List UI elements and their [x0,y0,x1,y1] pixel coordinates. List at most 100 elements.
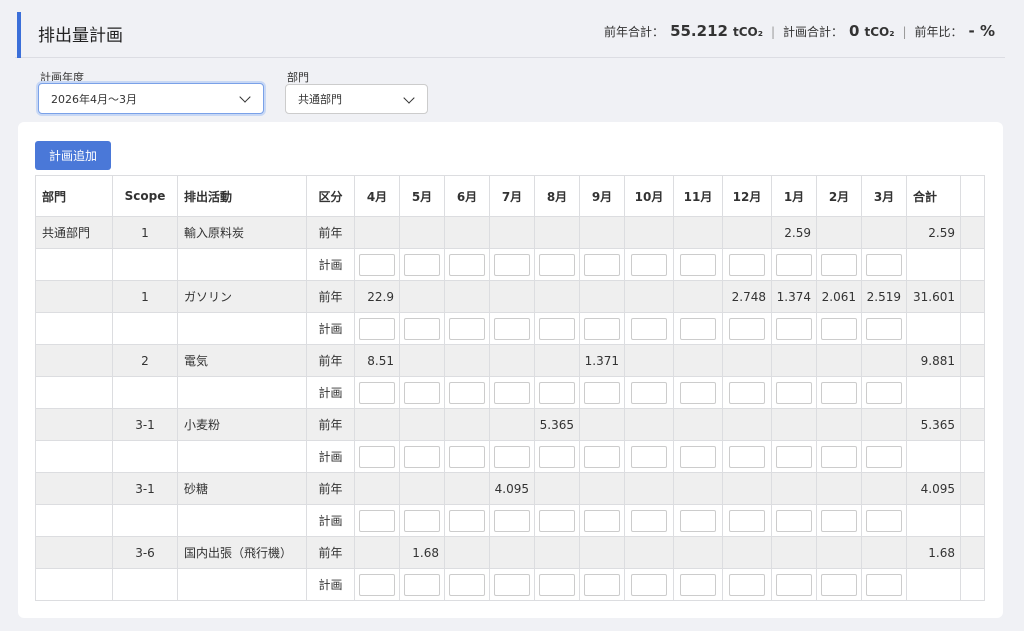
month-value-cell [624,536,674,569]
plan-input[interactable] [539,573,575,596]
plan-input[interactable] [631,253,667,276]
spacer-cell [960,504,985,537]
month-value-cell [534,472,580,505]
plan-input[interactable] [631,509,667,532]
plan-input[interactable] [494,573,530,596]
plan-input[interactable] [729,381,765,404]
plan-input[interactable] [680,509,716,532]
plan-input[interactable] [776,253,812,276]
column-header: 10月 [624,175,674,217]
plan-input[interactable] [729,573,765,596]
plan-input[interactable] [404,381,440,404]
plan-input[interactable] [494,253,530,276]
plan-input[interactable] [776,509,812,532]
plan-input[interactable] [404,253,440,276]
plan-input[interactable] [494,509,530,532]
month-plan-cell [534,376,580,409]
plan-input[interactable] [359,573,395,596]
plan-input[interactable] [539,317,575,340]
plan-input[interactable] [449,509,485,532]
plan-input[interactable] [449,253,485,276]
plan-input[interactable] [680,253,716,276]
plan-input[interactable] [821,445,857,468]
plan-input[interactable] [680,445,716,468]
plan-input[interactable] [494,317,530,340]
plan-input[interactable] [776,445,812,468]
scope-cell: 1 [112,216,178,249]
month-value-cell: 2.59 [771,216,817,249]
plan-input[interactable] [866,381,902,404]
month-value-cell [624,408,674,441]
plan-input[interactable] [404,445,440,468]
plan-input[interactable] [729,509,765,532]
prev-total-unit: tCO₂ [732,25,763,39]
plan-input[interactable] [866,573,902,596]
plan-input[interactable] [449,573,485,596]
plan-input[interactable] [729,253,765,276]
dept-select[interactable]: 共通部門 [285,84,428,114]
plan-input[interactable] [631,445,667,468]
plan-input[interactable] [359,509,395,532]
plan-input[interactable] [584,509,620,532]
plan-input[interactable] [404,509,440,532]
plan-input[interactable] [680,573,716,596]
plan-input[interactable] [404,317,440,340]
plan-input[interactable] [631,573,667,596]
plan-input[interactable] [449,317,485,340]
month-plan-cell [816,248,862,281]
add-plan-button[interactable]: 計画追加 [35,141,111,170]
month-plan-cell [624,248,674,281]
plan-input[interactable] [359,317,395,340]
plan-input[interactable] [539,445,575,468]
plan-input[interactable] [539,253,575,276]
plan-input[interactable] [631,381,667,404]
plan-input[interactable] [539,509,575,532]
emission-plan-table: 部門 Scope 排出活動 区分 4月 5月 6月 7月 8月 9月 10月 11月 12月 1月 2月 3月… [35,175,985,601]
month-value-cell [771,344,817,377]
plan-input[interactable] [866,317,902,340]
yoy-value: - % [968,22,995,40]
month-value-cell [673,216,723,249]
plan-input[interactable] [776,317,812,340]
plan-input[interactable] [866,509,902,532]
plan-input[interactable] [821,317,857,340]
plan-input[interactable] [494,381,530,404]
plan-input[interactable] [776,381,812,404]
plan-input[interactable] [494,445,530,468]
plan-input[interactable] [359,381,395,404]
plan-input[interactable] [729,317,765,340]
month-value-cell [722,408,772,441]
yoy-label: 前年比： [914,25,963,39]
plan-input[interactable] [631,317,667,340]
year-select[interactable]: 2026年4月〜3月 [38,83,264,114]
plan-input[interactable] [821,253,857,276]
month-value-cell [722,536,772,569]
month-value-cell [489,408,535,441]
plan-input[interactable] [584,253,620,276]
plan-input[interactable] [821,573,857,596]
plan-input[interactable] [584,573,620,596]
plan-input[interactable] [821,381,857,404]
spacer-cell [960,568,985,601]
plan-input[interactable] [821,509,857,532]
plan-input[interactable] [539,381,575,404]
plan-input[interactable] [776,573,812,596]
plan-input[interactable] [404,573,440,596]
plan-input[interactable] [449,445,485,468]
month-plan-cell [399,568,445,601]
plan-input[interactable] [359,445,395,468]
plan-input[interactable] [584,381,620,404]
plan-input[interactable] [866,445,902,468]
total-cell: 9.881 [906,344,961,377]
plan-input[interactable] [584,317,620,340]
plan-input[interactable] [680,317,716,340]
month-value-cell: 1.371 [579,344,625,377]
plan-input[interactable] [866,253,902,276]
plan-input[interactable] [449,381,485,404]
category-cell: 前年 [306,536,355,569]
plan-input[interactable] [680,381,716,404]
plan-input[interactable] [359,253,395,276]
plan-input[interactable] [729,445,765,468]
month-value-cell [579,280,625,313]
plan-input[interactable] [584,445,620,468]
